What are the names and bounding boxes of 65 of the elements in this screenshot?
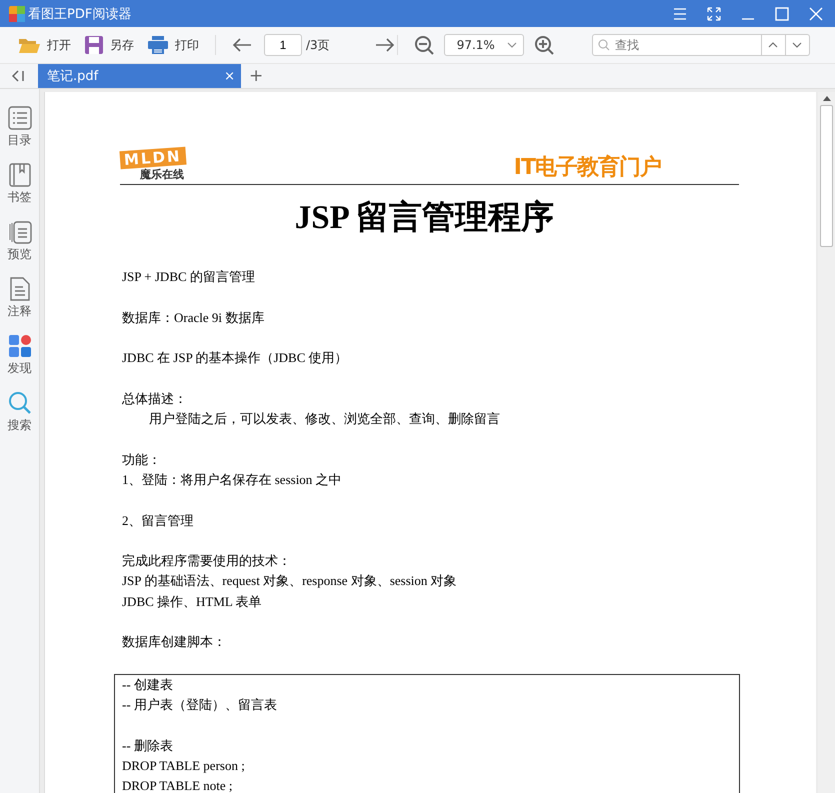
code-line: DROP TABLE note ; xyxy=(122,777,234,793)
text-line: 功能： xyxy=(122,450,162,469)
previous-page-icon[interactable] xyxy=(232,37,252,53)
search-icon xyxy=(598,39,610,51)
grid-icon xyxy=(8,334,32,358)
zoom-out-icon[interactable] xyxy=(414,35,434,55)
code-line: -- 删除表 xyxy=(122,736,174,755)
sidebar-item[interactable]: 发现 xyxy=(8,334,32,377)
text-line: 用户登陆之后，可以发表、修改、浏览全部、查询、删除留言 xyxy=(148,410,501,428)
text-line: 1、登陆：将用户名保存在 session 之中 xyxy=(122,470,343,489)
document-icon xyxy=(8,277,32,301)
pages-icon xyxy=(8,220,32,244)
search-icon xyxy=(8,391,32,415)
previous-result-button[interactable] xyxy=(762,34,786,56)
text-line: JDBC 在 JSP 的基本操作（JDBC 使用） xyxy=(122,349,349,368)
menu-icon[interactable] xyxy=(673,8,687,20)
scrollbar-thumb[interactable] xyxy=(820,105,833,247)
sidebar-item[interactable]: 注释 xyxy=(8,277,32,320)
chevron-down-icon xyxy=(506,42,517,48)
page-count: /3页 xyxy=(306,36,330,54)
next-result-button[interactable] xyxy=(786,34,810,56)
save-as-button[interactable]: 另存 xyxy=(85,36,134,54)
chevron-down-icon xyxy=(792,42,802,48)
search-field[interactable]: 查找 xyxy=(592,34,762,56)
text-line: 总体描述： xyxy=(122,390,188,408)
text-line: 2、留言管理 xyxy=(122,512,194,530)
close-icon[interactable] xyxy=(809,6,823,20)
sidebar-item[interactable]: 书签 xyxy=(8,163,32,206)
print-button[interactable]: 打印 xyxy=(148,36,199,54)
text-line: JSP + JDBC 的留言管理 xyxy=(122,268,256,286)
text-line: JDBC 操作、HTML 表单 xyxy=(122,592,263,611)
window-title: 看图王PDF阅读器 xyxy=(28,6,132,22)
page-number-field[interactable]: 1 xyxy=(264,34,302,56)
text-line: 数据库：Oracle 9i 数据库 xyxy=(122,308,266,327)
tab-close-button[interactable]: × xyxy=(224,68,235,84)
logo: MLDN xyxy=(119,146,186,170)
new-tab-button[interactable]: + xyxy=(249,66,264,86)
fullscreen-icon[interactable] xyxy=(707,6,721,20)
document-title: JSP 留言管理程序 xyxy=(294,198,556,238)
next-page-icon[interactable] xyxy=(374,37,395,53)
scrollbar[interactable] xyxy=(818,92,835,793)
header-logo-text: IT电子教育门户 xyxy=(514,154,661,182)
printer-icon xyxy=(148,36,168,54)
folder-icon xyxy=(18,36,40,54)
text-line: JSP 的基础语法、request 对象、response 对象、session 对象 xyxy=(122,572,458,590)
sidebar-item[interactable]: 搜索 xyxy=(8,391,32,434)
list-icon xyxy=(8,106,32,130)
code-line: -- 创建表 xyxy=(122,676,174,694)
bookmark-icon xyxy=(8,163,32,187)
text-line: 完成此程序需要使用的技术： xyxy=(122,552,292,570)
logo-tagline: 魔乐在线 xyxy=(140,167,184,182)
text-line: 数据库创建脚本： xyxy=(122,633,227,652)
chevron-up-icon xyxy=(768,42,778,48)
code-line: DROP TABLE person ; xyxy=(122,756,246,775)
document-tab[interactable]: 笔记.pdf × xyxy=(38,64,241,88)
maximize-icon[interactable] xyxy=(775,6,789,20)
collapse-sidebar-icon[interactable] xyxy=(12,70,26,82)
zoom-dropdown[interactable]: 97.1% xyxy=(444,34,524,56)
app-logo-icon xyxy=(9,6,25,22)
sidebar-item[interactable]: 目录 xyxy=(8,106,32,149)
scroll-up-icon xyxy=(822,96,830,101)
code-line: -- 用户表（登陆）、留言表 xyxy=(122,696,278,714)
sidebar-item[interactable]: 预览 xyxy=(8,220,32,263)
zoom-in-icon[interactable] xyxy=(534,35,554,55)
open-button[interactable]: 打开 xyxy=(18,36,71,54)
